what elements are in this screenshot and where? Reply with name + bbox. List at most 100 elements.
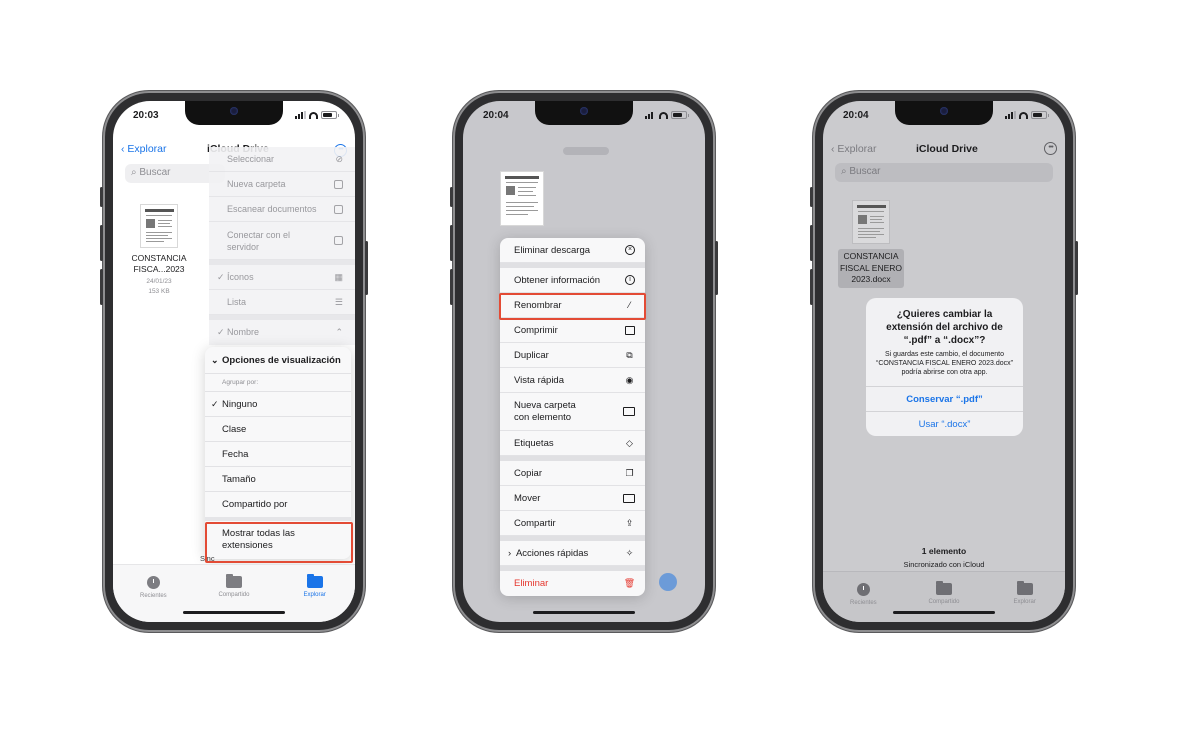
menu-item-move[interactable]: Mover <box>500 486 645 511</box>
volume-down-button <box>810 269 813 305</box>
menu-item-list: Lista ☰ <box>209 290 355 315</box>
menu-item-icons: ✓ Íconos ▦ <box>209 265 355 290</box>
back-button[interactable]: ‹ Explorar <box>831 143 877 155</box>
screen: 20:04 ‹ Explorar iCloud Drive ••• ⌕ Busc… <box>823 101 1065 622</box>
menu-item-tags[interactable]: Etiquetas ◇ <box>500 431 645 456</box>
menu-item-copy[interactable]: Copiar ❐ <box>500 461 645 486</box>
chevron-right-icon: › <box>508 547 512 559</box>
mute-switch <box>100 187 103 207</box>
view-options-header[interactable]: ⌄ Opciones de visualización <box>205 347 351 374</box>
back-label: Explorar <box>837 143 877 155</box>
document-thumbnail[interactable] <box>852 200 890 244</box>
file-size: 153 KB <box>148 288 170 295</box>
file-meta: 24/01/23 153 KB <box>129 277 189 297</box>
camera <box>940 107 948 115</box>
home-indicator <box>533 611 635 614</box>
option-label: Fecha <box>222 448 249 460</box>
battery-icon <box>321 111 339 119</box>
magic-wand-icon: ✧ <box>625 547 634 558</box>
menu-item-remove-download[interactable]: Eliminar descarga × <box>500 238 645 263</box>
blurred-button <box>659 573 677 591</box>
document-thumbnail[interactable] <box>140 204 178 248</box>
tab-recents[interactable]: Recientes <box>833 583 893 622</box>
tab-browse[interactable]: Explorar <box>995 581 1055 622</box>
document-thumbnail <box>500 171 544 226</box>
folder-icon <box>623 493 635 503</box>
camera <box>580 107 588 115</box>
notch <box>535 101 633 125</box>
grid-icon: ▦ <box>334 271 343 282</box>
clock-icon <box>146 576 160 589</box>
menu-item-quick-actions[interactable]: › Acciones rápidas ✧ <box>500 541 645 566</box>
signal-icon <box>645 111 656 119</box>
back-label: Explorar <box>127 143 167 155</box>
folder-icon <box>1016 581 1033 595</box>
menu-label-text: Íconos <box>227 271 254 282</box>
remove-download-icon: × <box>625 245 635 255</box>
menu-label: Obtener información <box>514 274 601 286</box>
tab-browse[interactable]: Explorar <box>285 574 345 622</box>
menu-label: ✓ Íconos <box>217 271 254 282</box>
more-options-icon[interactable]: ••• <box>1044 142 1057 155</box>
menu-item-scan: Escanear documentos <box>209 197 355 222</box>
page-title: iCloud Drive <box>916 143 978 155</box>
menu-label: Eliminar descarga <box>514 244 591 256</box>
menu-item-delete[interactable]: Eliminar 🗑 <box>500 571 645 596</box>
home-indicator <box>183 611 285 614</box>
menu-item-compress[interactable]: Comprimir <box>500 318 645 343</box>
search-placeholder: Buscar <box>849 166 881 177</box>
tab-shared[interactable]: Compartido <box>914 581 974 622</box>
blurred-title <box>563 147 609 155</box>
menu-item-duplicate[interactable]: Duplicar ⧉ <box>500 343 645 368</box>
tab-shared[interactable]: Compartido <box>204 574 264 622</box>
menu-label: Copiar <box>514 467 542 479</box>
group-option-kind[interactable]: Clase <box>205 417 351 442</box>
status-icons <box>645 111 689 119</box>
search-field[interactable]: ⌕ Buscar <box>835 163 1053 182</box>
battery-icon <box>1031 111 1049 119</box>
menu-item-quick-look[interactable]: Vista rápida ◉ <box>500 368 645 393</box>
archive-icon <box>625 325 635 335</box>
folder-icon <box>306 574 323 588</box>
file-name: CONSTANCIA FISCAL ENERO 2023.docx <box>838 249 904 288</box>
menu-label-text: Acciones rápidas <box>515 547 589 559</box>
option-label: Compartido por <box>222 499 288 510</box>
rename-extension-alert: ¿Quieres cambiar la extensión del archiv… <box>866 298 1023 436</box>
checkmark-icon: ✓ <box>211 398 219 409</box>
menu-label: Mover <box>514 492 541 504</box>
menu-item-new-folder-with-item[interactable]: Nueva carpeta con elemento <box>500 393 645 431</box>
trash-icon: 🗑 <box>623 578 636 588</box>
back-button[interactable]: ‹ Explorar <box>121 143 167 155</box>
notch <box>895 101 993 125</box>
status-time: 20:04 <box>483 110 509 121</box>
tab-label: Compartido <box>928 599 960 605</box>
home-indicator <box>893 611 995 614</box>
folder-plus-icon <box>623 407 635 416</box>
group-option-none[interactable]: ✓ Ninguno <box>205 392 351 417</box>
menu-label: Compartir <box>514 517 556 529</box>
item-count: 1 elemento <box>921 546 967 556</box>
mute-switch <box>810 187 813 207</box>
group-option-size[interactable]: Tamaño <box>205 467 351 492</box>
menu-item-name: ✓ Nombre ⌃ <box>209 320 355 345</box>
duplicate-icon: ⧉ <box>626 349 633 360</box>
menu-item-select: Seleccionar ⊘ <box>209 147 355 172</box>
menu-label: › Acciones rápidas <box>508 548 588 559</box>
menu-item-share[interactable]: Compartir ⇪ <box>500 511 645 536</box>
menu-item-get-info[interactable]: Obtener información i <box>500 268 645 293</box>
copy-icon: ❐ <box>625 467 634 478</box>
menu-item-new-folder: Nueva carpeta <box>209 172 355 197</box>
power-button <box>715 241 718 295</box>
option-label: Ninguno <box>222 398 258 410</box>
group-option-date[interactable]: Fecha <box>205 442 351 467</box>
power-button <box>365 241 368 295</box>
search-placeholder: Buscar <box>139 167 171 178</box>
status-icons <box>295 111 339 119</box>
menu-label: Seleccionar <box>227 154 275 164</box>
file-date: 24/01/23 <box>146 278 172 285</box>
group-option-shared-by[interactable]: Compartido por <box>205 492 351 521</box>
keep-pdf-button[interactable]: Conservar “.pdf” <box>866 386 1023 411</box>
tab-recents[interactable]: Recientes <box>123 576 183 622</box>
use-docx-button[interactable]: Usar “.docx” <box>866 411 1023 436</box>
menu-label: Vista rápida <box>514 374 564 386</box>
